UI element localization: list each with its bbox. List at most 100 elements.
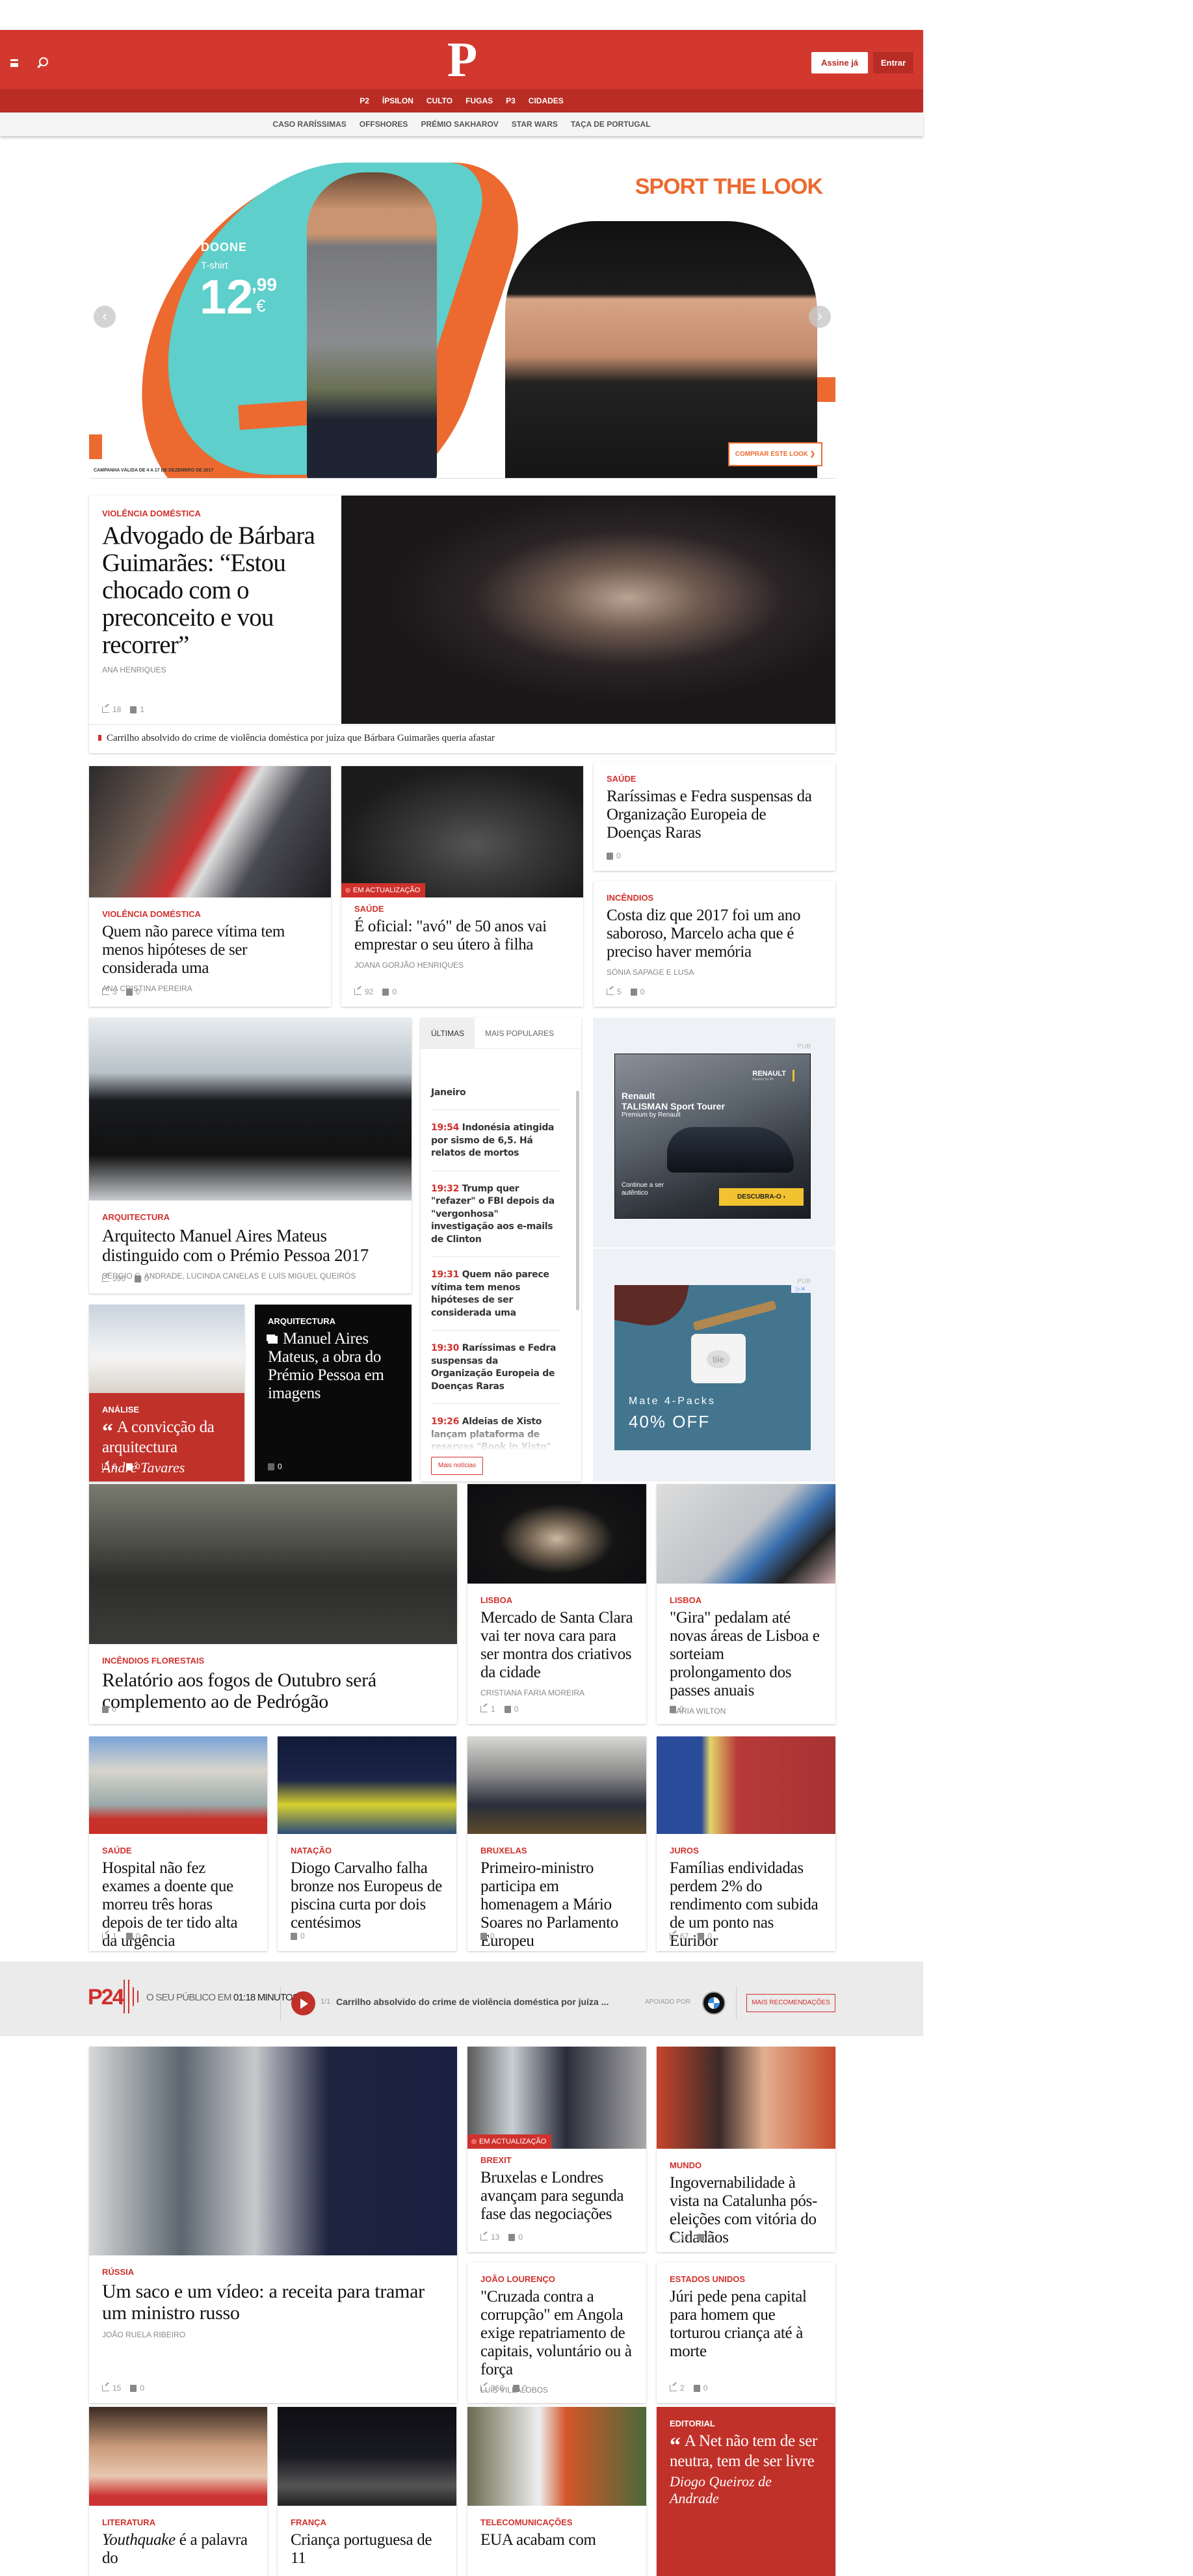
article-title[interactable]: Advogado de Bárbara Guimarães: “Estou ch… xyxy=(102,522,328,659)
article-image[interactable] xyxy=(657,1484,835,1584)
article-card[interactable]: SAÚDE Hospital não fez exames a doente qu… xyxy=(89,1736,267,1951)
article-image[interactable] xyxy=(89,766,331,897)
related-article-title[interactable]: Carrilho absolvido do crime de violência… xyxy=(107,733,495,743)
article-category[interactable]: EDITORIAL xyxy=(670,2419,822,2428)
article-category[interactable]: VIOLÊNCIA DOMÉSTICA xyxy=(102,909,318,919)
article-title[interactable]: Mercado de Santa Clara vai ter nova cara… xyxy=(480,1609,633,1682)
article-category[interactable]: LITERATURA xyxy=(102,2517,254,2527)
tile-ad[interactable]: tile Mate 4-Packs 40% OFF ▷✕ xyxy=(614,1285,811,1450)
article-card[interactable]: VIOLÊNCIA DOMÉSTICA Quem não parece vítim… xyxy=(89,766,331,1007)
article-category[interactable]: MUNDO xyxy=(670,2160,822,2170)
article-author[interactable]: JOANA GORJÃO HENRIQUES xyxy=(354,961,570,970)
article-category[interactable]: SAÚDE xyxy=(607,774,822,784)
article-card[interactable]: ESTADOS UNIDOS Júri pede pena capital par… xyxy=(657,2263,835,2403)
search-icon[interactable] xyxy=(39,57,48,66)
article-image[interactable] xyxy=(89,1484,457,1644)
latest-news-item[interactable]: regulado a partir de 1 de Janeiro xyxy=(431,1088,561,1110)
article-card[interactable]: EM ACTUALIZAÇÃO BREXIT Bruxelas e Londres … xyxy=(467,2047,646,2252)
article-card[interactable]: JOÃO LOURENÇO "Cruzada contra a corrupção… xyxy=(467,2263,646,2403)
article-card[interactable]: LISBOA Mercado de Santa Clara vai ter nov… xyxy=(467,1484,646,1724)
article-author[interactable]: Diogo Queiroz de Andrade xyxy=(670,2473,822,2507)
article-category[interactable]: ESTADOS UNIDOS xyxy=(670,2274,822,2284)
article-card[interactable]: EM ACTUALIZAÇÃO SAÚDE É oficial: "avó" de … xyxy=(341,766,583,1007)
article-card[interactable]: ANÁLISE “A convicção da arquitectura André… xyxy=(89,1305,244,1481)
nav-item-cidades[interactable]: CIDADES xyxy=(529,96,564,105)
article-card[interactable]: BRUXELAS Primeiro-ministro participa em h… xyxy=(467,1736,646,1951)
topic-tag[interactable]: STAR WARS xyxy=(512,120,558,129)
latest-news-item[interactable]: 19:31 Quem não parece vítima tem menos h… xyxy=(431,1257,561,1331)
latest-news-list[interactable]: regulado a partir de 1 de Janeiro 19:54 I… xyxy=(421,1088,581,1451)
article-card[interactable]: LITERATURA Youthquake é a palavra do xyxy=(89,2407,267,2576)
article-image[interactable] xyxy=(467,1484,646,1584)
latest-news-item[interactable]: 19:54 Indonésia atingida por sismo de 6,… xyxy=(431,1110,561,1171)
article-title[interactable]: Um saco e um vídeo: a receita para trama… xyxy=(102,2281,444,2324)
article-category[interactable]: TELECOMUNICAÇÕES xyxy=(480,2517,633,2527)
article-card[interactable]: EDITORIAL “A Net não tem de ser neutra, t… xyxy=(657,2407,835,2576)
article-image[interactable] xyxy=(467,2047,646,2149)
article-title[interactable]: “A convicção da arquitectura xyxy=(102,1418,231,1457)
article-category[interactable]: INCÊNDIOS FLORESTAIS xyxy=(102,1656,444,1666)
article-card[interactable]: ARQUITECTURA Manuel Aires Mateus, a obra … xyxy=(255,1305,412,1481)
nav-item-culto[interactable]: CULTO xyxy=(426,96,452,105)
article-title[interactable]: “A Net não tem de ser neutra, tem de ser… xyxy=(670,2432,822,2471)
article-category[interactable]: ARQUITECTURA xyxy=(102,1212,399,1222)
nav-item-ipsilon[interactable]: ÍPSILON xyxy=(382,96,413,105)
carousel-prev-icon[interactable]: ‹ xyxy=(94,306,116,328)
nav-item-fugas[interactable]: FUGAS xyxy=(465,96,493,105)
article-card[interactable]: RÚSSIA Um saco e um vídeo: a receita para… xyxy=(89,2047,457,2403)
topic-tag[interactable]: TAÇA DE PORTUGAL xyxy=(571,120,651,129)
article-image[interactable] xyxy=(341,496,835,724)
article-author[interactable]: JOÃO RUELA RIBEIRO xyxy=(102,2330,444,2339)
article-image[interactable] xyxy=(278,1736,456,1834)
article-author[interactable]: CRISTIANA FARIA MOREIRA xyxy=(480,1688,633,1697)
play-button[interactable] xyxy=(291,1991,315,2015)
article-card[interactable]: INCÊNDIOS Costa diz que 2017 foi um ano s… xyxy=(594,881,835,1007)
article-title[interactable]: Manuel Aires Mateus, a obra do Prémio Pe… xyxy=(268,1330,399,1403)
article-category[interactable]: NATAÇÃO xyxy=(291,1846,443,1855)
article-image[interactable] xyxy=(467,1736,646,1834)
article-category[interactable]: ARQUITECTURA xyxy=(268,1316,399,1326)
article-image[interactable] xyxy=(89,1736,267,1834)
topic-tag[interactable]: CASO RARÍSSIMAS xyxy=(272,120,346,129)
article-category[interactable]: BRUXELAS xyxy=(480,1846,633,1855)
article-card[interactable]: SAÚDE Raríssimas e Fedra suspensas da Org… xyxy=(594,762,835,871)
article-image[interactable] xyxy=(89,1018,412,1201)
article-card[interactable]: JUROS Famílias endividadas perdem 2% do r… xyxy=(657,1736,835,1951)
article-title[interactable]: EUA acabam com xyxy=(480,2531,633,2549)
adchoices-close-icon[interactable]: ▷✕ xyxy=(791,1285,811,1293)
article-category[interactable]: ANÁLISE xyxy=(102,1405,231,1414)
article-author[interactable]: MARIA WILTON xyxy=(670,1706,822,1716)
article-image[interactable] xyxy=(278,2407,456,2506)
ad-cta-button[interactable]: COMPRAR ESTE LOOK ❯ xyxy=(728,442,822,466)
article-title[interactable]: Raríssimas e Fedra suspensas da Organiza… xyxy=(607,788,822,842)
article-title[interactable]: Diogo Carvalho falha bronze nos Europeus… xyxy=(291,1859,443,1932)
ad-cta-button[interactable]: DESCUBRA-O › xyxy=(719,1188,804,1206)
article-title[interactable]: "Cruzada contra a corrupção" em Angola e… xyxy=(480,2288,633,2379)
article-title[interactable]: Criança portuguesa de 11 xyxy=(291,2531,443,2568)
article-image[interactable] xyxy=(89,1305,244,1393)
nav-item-p2[interactable]: P2 xyxy=(360,96,369,105)
article-author[interactable]: ANA HENRIQUES xyxy=(102,665,328,674)
lead-article[interactable]: VIOLÊNCIA DOMÉSTICA Advogado de Bárbara … xyxy=(89,496,835,753)
article-card[interactable]: LISBOA "Gira" pedalam até novas áreas de … xyxy=(657,1484,835,1724)
article-title[interactable]: Relatório aos fogos de Outubro será comp… xyxy=(102,1669,444,1712)
article-card[interactable]: ARQUITECTURA Arquitecto Manuel Aires Mate… xyxy=(89,1018,412,1294)
bmw-logo[interactable] xyxy=(702,1991,726,2015)
article-category[interactable]: JOÃO LOURENÇO xyxy=(480,2274,633,2284)
login-button[interactable]: Entrar xyxy=(873,52,913,73)
article-title[interactable]: Primeiro-ministro participa em homenagem… xyxy=(480,1859,633,1950)
article-title[interactable]: Costa diz que 2017 foi um ano saboroso, … xyxy=(607,907,822,961)
article-category[interactable]: LISBOA xyxy=(670,1595,822,1605)
tab-most-popular[interactable]: MAIS POPULARES xyxy=(475,1018,564,1048)
article-title[interactable]: É oficial: "avó" de 50 anos vai empresta… xyxy=(354,918,570,954)
article-category[interactable]: SAÚDE xyxy=(102,1846,254,1855)
carousel-next-icon[interactable]: › xyxy=(809,306,831,328)
article-card[interactable]: FRANÇA Criança portuguesa de 11 xyxy=(278,2407,456,2576)
article-category[interactable]: VIOLÊNCIA DOMÉSTICA xyxy=(102,509,328,518)
banner-ad[interactable]: DOONE T-shirt 12 ,99 € SPORT THE LOOK CO… xyxy=(89,163,835,479)
article-image[interactable] xyxy=(467,2407,646,2506)
article-card[interactable]: TELECOMUNICAÇÕES EUA acabam com xyxy=(467,2407,646,2576)
article-author[interactable]: SÓNIA SAPAGE e LUSA xyxy=(607,968,822,977)
article-image[interactable] xyxy=(89,2407,267,2506)
article-image[interactable] xyxy=(657,1736,835,1834)
